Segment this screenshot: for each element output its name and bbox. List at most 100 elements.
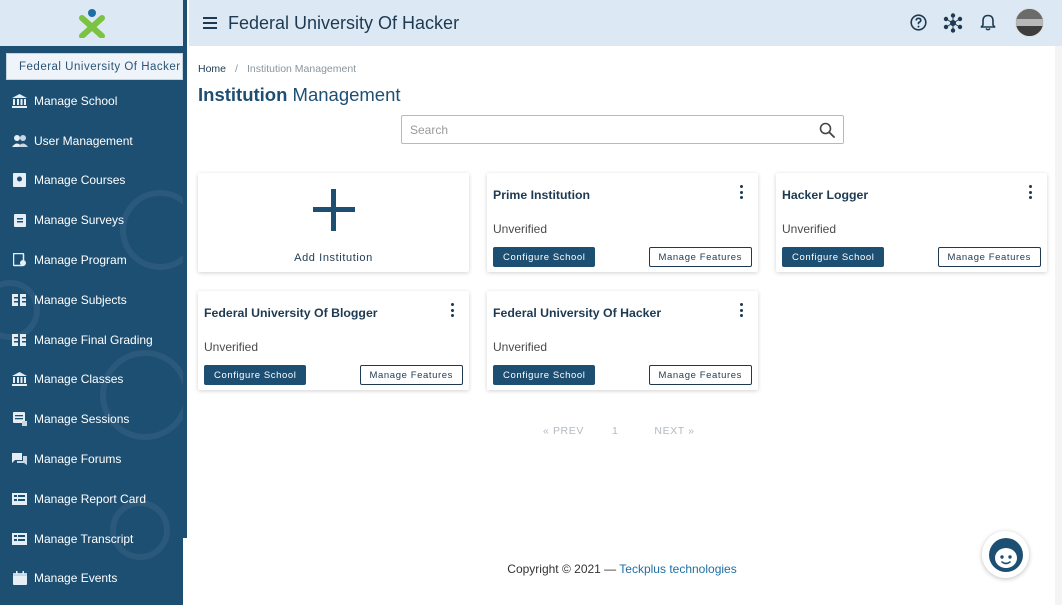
more-vert-icon[interactable] xyxy=(449,303,455,317)
breadcrumb-home[interactable]: Home xyxy=(198,63,226,75)
report-card-icon xyxy=(11,491,28,506)
sidebar-scrollbar[interactable] xyxy=(183,0,187,538)
sidebar-item-manage-events[interactable]: Manage Events xyxy=(0,559,183,599)
search-box xyxy=(401,115,844,144)
sidebar-item-manage-school[interactable]: Manage School xyxy=(0,81,183,121)
status-text: Unverified xyxy=(204,340,259,354)
sidebar-item-manage-courses[interactable]: Manage Courses xyxy=(0,161,183,201)
app-title: Federal University Of Hacker xyxy=(228,12,460,33)
sidebar-item-label: Manage Subjects xyxy=(34,292,127,307)
sidebar-item-label: Manage Forums xyxy=(34,452,122,467)
footer: Copyright © 2021 — Teckplus technologies xyxy=(189,562,1055,576)
add-institution-card[interactable]: Add Institution xyxy=(198,173,469,272)
chat-support-button[interactable] xyxy=(982,531,1029,578)
institution-card: Hacker Logger Unverified Configure Schoo… xyxy=(776,173,1047,272)
configure-school-button[interactable]: Configure School xyxy=(493,247,596,267)
more-vert-icon[interactable] xyxy=(738,303,744,317)
header-actions xyxy=(894,8,1044,37)
manage-features-button[interactable]: Manage Features xyxy=(648,247,752,267)
chatbot-icon xyxy=(988,537,1023,572)
sidebar-item-label: Manage Classes xyxy=(34,372,124,387)
app-logo[interactable] xyxy=(0,0,183,46)
page-title-bold: Institution xyxy=(198,84,288,105)
next-page-button[interactable]: NEXT » xyxy=(654,425,694,437)
configure-school-button[interactable]: Configure School xyxy=(493,365,596,385)
main-content: Home / Institution Management Institution … xyxy=(189,46,1053,605)
add-institution-label: Add Institution xyxy=(294,252,373,264)
plus-icon xyxy=(313,189,355,231)
forums-icon xyxy=(11,452,28,467)
grading-icon xyxy=(11,332,28,347)
program-icon xyxy=(11,253,28,268)
sidebar-item-label: Manage Events xyxy=(34,571,118,586)
page-title-rest: Management xyxy=(287,84,401,105)
network-icon[interactable] xyxy=(942,12,964,34)
institution-icon xyxy=(11,93,28,108)
calendar-icon xyxy=(11,571,28,586)
clipboard-icon xyxy=(11,213,28,228)
status-text: Unverified xyxy=(493,340,548,354)
institution-name: Federal University Of Hacker xyxy=(493,306,662,320)
page-number[interactable]: 1 xyxy=(612,425,618,437)
institution-name: Prime Institution xyxy=(493,188,591,202)
sidebar-item-manage-forums[interactable]: Manage Forums xyxy=(0,439,183,479)
status-text: Unverified xyxy=(493,222,548,236)
sidebar-nav: Manage School User Management Manage Cou… xyxy=(0,81,183,598)
sidebar-item-manage-final-grading[interactable]: Manage Final Grading xyxy=(0,320,183,360)
transcript-icon xyxy=(11,531,28,546)
more-vert-icon[interactable] xyxy=(1027,185,1033,199)
copyright-text: Copyright © 2021 — xyxy=(507,562,620,576)
sidebar-item-manage-sessions[interactable]: Manage Sessions xyxy=(0,399,183,439)
search-input[interactable] xyxy=(410,122,819,137)
prev-page-button[interactable]: « PREV xyxy=(543,425,584,437)
sidebar-item-manage-transcript[interactable]: Manage Transcript xyxy=(0,519,183,559)
manage-features-button[interactable]: Manage Features xyxy=(359,365,463,385)
sidebar-item-label: Manage Transcript xyxy=(34,531,134,546)
institution-card: Prime Institution Unverified Configure S… xyxy=(487,173,758,272)
page-title: Institution Management xyxy=(198,84,401,106)
course-icon xyxy=(11,173,28,188)
institution-name: Hacker Logger xyxy=(782,188,869,202)
sidebar-item-label: Manage School xyxy=(34,93,118,108)
pagination: « PREV 1 NEXT » xyxy=(543,425,695,437)
manage-features-button[interactable]: Manage Features xyxy=(648,365,752,385)
sidebar-item-manage-program[interactable]: Manage Program xyxy=(0,240,183,280)
top-header: Federal University Of Hacker xyxy=(189,0,1062,46)
sidebar-item-manage-subjects[interactable]: Manage Subjects xyxy=(0,280,183,320)
bell-icon[interactable] xyxy=(977,12,999,34)
configure-school-button[interactable]: Configure School xyxy=(782,247,885,267)
institution-card: Federal University Of Hacker Unverified … xyxy=(487,291,758,390)
sidebar-item-manage-surveys[interactable]: Manage Surveys xyxy=(0,200,183,240)
avatar[interactable] xyxy=(1015,8,1044,37)
sidebar-item-label: Manage Final Grading xyxy=(34,332,153,347)
sidebar-item-label: Manage Surveys xyxy=(34,213,125,228)
brand-link[interactable]: Teckplus technologies xyxy=(619,562,736,576)
menu-icon[interactable] xyxy=(203,17,217,29)
sidebar-item-label: Manage Courses xyxy=(34,173,126,188)
breadcrumb-separator: / xyxy=(235,63,238,75)
help-icon[interactable] xyxy=(907,12,929,34)
sidebar: Federal University Of Hacker Manage Scho… xyxy=(0,0,183,605)
more-vert-icon[interactable] xyxy=(738,185,744,199)
sidebar-item-label: Manage Sessions xyxy=(34,412,130,427)
logo-icon xyxy=(78,9,105,38)
institution-card: Federal University Of Blogger Unverified… xyxy=(198,291,469,390)
breadcrumb-current: Institution Management xyxy=(246,63,357,75)
page-scrollbar[interactable] xyxy=(1055,46,1062,605)
sidebar-item-manage-classes[interactable]: Manage Classes xyxy=(0,360,183,400)
sidebar-item-label: Manage Report Card xyxy=(34,491,147,506)
classes-icon xyxy=(11,372,28,387)
configure-school-button[interactable]: Configure School xyxy=(204,365,307,385)
sidebar-item-label: User Management xyxy=(34,133,133,148)
status-text: Unverified xyxy=(782,222,837,236)
breadcrumb: Home / Institution Management xyxy=(198,63,356,75)
manage-features-button[interactable]: Manage Features xyxy=(937,247,1041,267)
sidebar-item-label: Manage Program xyxy=(34,253,127,268)
school-selector[interactable]: Federal University Of Hacker xyxy=(6,53,183,80)
sidebar-item-user-management[interactable]: User Management xyxy=(0,121,183,161)
users-icon xyxy=(11,133,28,148)
subjects-icon xyxy=(11,292,28,307)
institution-name: Federal University Of Blogger xyxy=(204,306,378,320)
sidebar-item-manage-report-card[interactable]: Manage Report Card xyxy=(0,479,183,519)
search-icon[interactable] xyxy=(819,122,835,138)
